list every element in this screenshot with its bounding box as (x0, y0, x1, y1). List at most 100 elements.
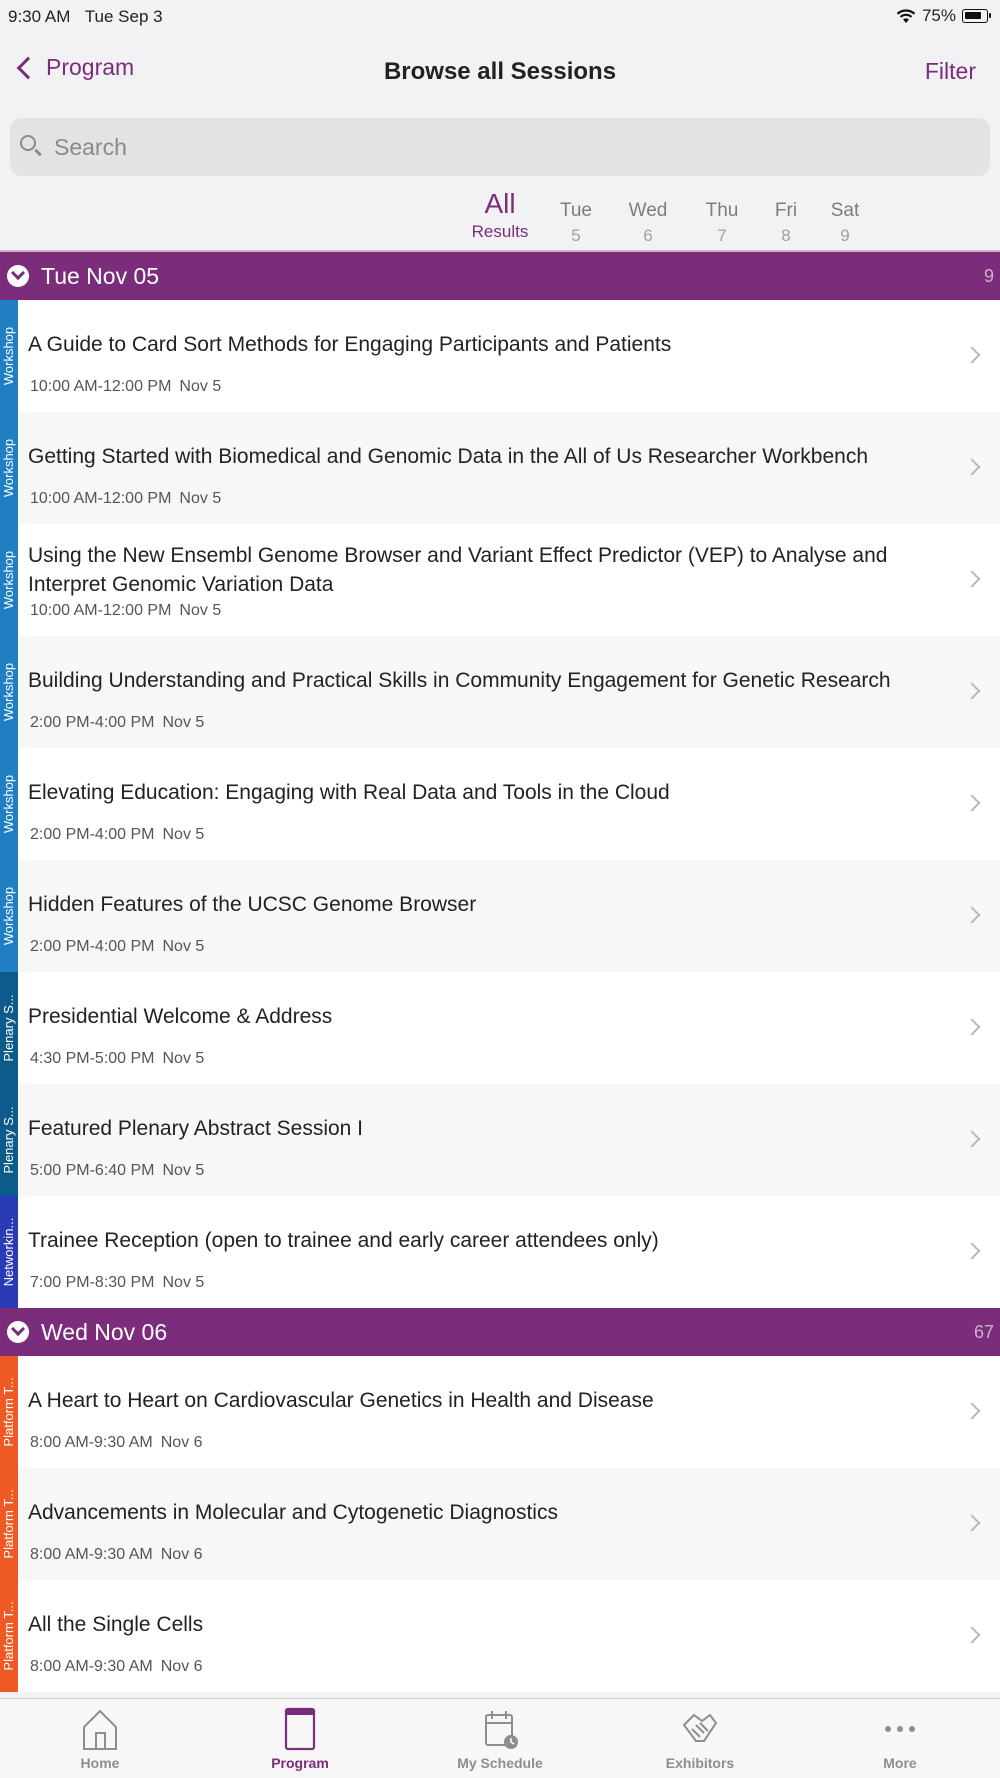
session-type-strip: Workshop (0, 300, 18, 412)
session-type-strip: Workshop (0, 524, 18, 636)
home-icon (83, 1709, 117, 1750)
session-time: 8:00 AM-9:30 AM (30, 1658, 153, 1675)
tab-label: Home (80, 1755, 120, 1771)
session-row[interactable]: Networkin... Trainee Reception (open to t… (0, 1196, 1000, 1308)
tab-label: More (883, 1755, 917, 1771)
chevron-right-icon (963, 1242, 981, 1260)
session-date: Nov 5 (162, 1050, 205, 1067)
session-row[interactable]: Platform T... A Heart to Heart on Cardiov… (0, 1356, 1000, 1468)
session-meta: 2:00 PM-4:00 PM Nov 5 (30, 714, 204, 732)
tab-results-label: Results (471, 222, 529, 241)
back-label: Program (46, 54, 135, 80)
session-type-strip: Workshop (0, 636, 18, 748)
tab-day-number: 7 (717, 226, 727, 245)
search-input[interactable] (54, 133, 954, 161)
tab-wed[interactable]: Wed 6 (626, 188, 670, 246)
battery-percent: 75% (921, 6, 956, 25)
session-title: A Heart to Heart on Cardiovascular Genet… (28, 1389, 654, 1412)
session-title: All the Single Cells (28, 1613, 204, 1636)
session-time: 2:00 PM-4:00 PM (30, 714, 155, 731)
search-icon (20, 135, 44, 159)
session-type-label: Platform T... (1, 1601, 16, 1671)
session-row[interactable]: Workshop Getting Started with Biomedical … (0, 412, 1000, 524)
tab-more[interactable]: More (830, 1699, 970, 1778)
session-time: 7:00 PM-8:30 PM (30, 1274, 155, 1291)
tab-fri[interactable]: Fri 8 (768, 188, 804, 246)
session-row[interactable]: Plenary S... Featured Plenary Abstract Se… (0, 1084, 1000, 1196)
tab-day-number: 6 (643, 226, 653, 245)
chevron-down-icon[interactable] (7, 1321, 29, 1343)
status-bar: 9:30 AM Tue Sep 3 75% (0, 0, 1000, 34)
back-button[interactable]: Program (12, 54, 134, 81)
day-filter-tabs: All Results Tue 5 Wed 6 Thu 7 Fri 8 Sat … (0, 188, 1000, 250)
page-title: Browse all Sessions (383, 58, 617, 85)
session-row[interactable]: Workshop A Guide to Card Sort Methods for… (0, 300, 1000, 412)
chevron-down-icon[interactable] (7, 265, 29, 287)
filter-button[interactable]: Filter (925, 58, 976, 85)
session-row[interactable]: Workshop Hidden Features of the UCSC Geno… (0, 860, 1000, 972)
session-row[interactable]: Plenary S... Presidential Welcome & Addre… (0, 972, 1000, 1084)
session-meta: 10:00 AM-12:00 PM Nov 5 (30, 378, 221, 396)
session-row[interactable]: Workshop Elevating Education: Engaging wi… (0, 748, 1000, 860)
session-type-strip: Workshop (0, 748, 18, 860)
session-title: Presidential Welcome & Address (28, 1005, 333, 1028)
tab-day-name: Tue (559, 200, 593, 221)
session-type-label: Workshop (1, 326, 16, 386)
section-count: 9 (983, 266, 994, 286)
section-header[interactable]: Wed Nov 06 67 (0, 1308, 1000, 1356)
session-title: Using the New Ensembl Genome Browser and… (28, 544, 888, 596)
session-list[interactable]: Tue Nov 05 9 Workshop A Guide to Card Sort … (0, 252, 1000, 1698)
session-date: Nov 5 (162, 826, 205, 843)
session-date: Nov 5 (162, 1162, 205, 1179)
section-count: 67 (973, 1322, 994, 1342)
session-meta: 2:00 PM-4:00 PM Nov 5 (30, 938, 204, 956)
session-row[interactable]: Workshop Building Understanding and Pract… (0, 636, 1000, 748)
session-meta: 2:00 PM-4:00 PM Nov 5 (30, 826, 204, 844)
session-date: Nov 5 (162, 714, 205, 731)
session-date: Nov 5 (162, 938, 205, 955)
session-row[interactable]: Platform T... Advancements in Molecular a… (0, 1468, 1000, 1580)
tab-my-schedule[interactable]: My Schedule (430, 1699, 570, 1778)
session-type-strip: Plenary S... (0, 972, 18, 1084)
tab-sat[interactable]: Sat 9 (828, 188, 862, 246)
section-header[interactable]: Tue Nov 05 9 (0, 252, 1000, 300)
session-row[interactable]: Workshop Using the New Ensembl Genome Bro… (0, 524, 1000, 636)
session-type-strip: Plenary S... (0, 1084, 18, 1196)
navigation-bar: Program Browse all Sessions Filter (0, 40, 1000, 104)
section-title: Tue Nov 05 (41, 262, 160, 289)
session-title: Trainee Reception (open to trainee and e… (28, 1229, 659, 1252)
session-time: 5:00 PM-6:40 PM (30, 1162, 155, 1179)
tab-exhibitors[interactable]: Exhibitors (630, 1699, 770, 1778)
session-time: 10:00 AM-12:00 PM (30, 378, 172, 395)
session-row[interactable]: Platform T... All the Single Cells 8:00 AM… (0, 1580, 1000, 1692)
session-date: Nov 6 (160, 1434, 203, 1451)
session-meta: 10:00 AM-12:00 PM Nov 5 (30, 602, 221, 620)
tab-program[interactable]: Program (230, 1699, 370, 1778)
session-date: Nov 5 (179, 490, 222, 507)
tab-day-name: Thu (705, 200, 739, 221)
tab-day-name: Wed (628, 200, 668, 221)
chevron-right-icon (963, 1626, 981, 1644)
session-type-label: Plenary S... (1, 1106, 16, 1174)
tab-all-results[interactable]: All Results (462, 188, 538, 242)
search-bar[interactable] (10, 118, 990, 176)
tab-tue[interactable]: Tue 5 (556, 188, 596, 246)
tab-day-name: Sat (830, 200, 860, 221)
session-title: Building Understanding and Practical Ski… (28, 669, 891, 692)
tab-label: Program (271, 1755, 329, 1771)
session-type-strip: Workshop (0, 860, 18, 972)
session-time: 8:00 AM-9:30 AM (30, 1546, 153, 1563)
handshake-icon (682, 1713, 718, 1742)
session-type-label: Workshop (1, 886, 16, 946)
tab-label: Exhibitors (665, 1755, 735, 1771)
session-meta: 4:30 PM-5:00 PM Nov 5 (30, 1050, 204, 1068)
session-meta: 8:00 AM-9:30 AM Nov 6 (30, 1546, 203, 1564)
tab-home[interactable]: Home (30, 1699, 170, 1778)
session-time: 4:30 PM-5:00 PM (30, 1050, 155, 1067)
session-meta: 7:00 PM-8:30 PM Nov 5 (30, 1274, 204, 1292)
session-title: Advancements in Molecular and Cytogeneti… (28, 1501, 558, 1524)
tab-thu[interactable]: Thu 7 (700, 188, 744, 246)
session-type-label: Workshop (1, 774, 16, 834)
chevron-right-icon (963, 1514, 981, 1532)
wifi-icon (896, 8, 916, 23)
